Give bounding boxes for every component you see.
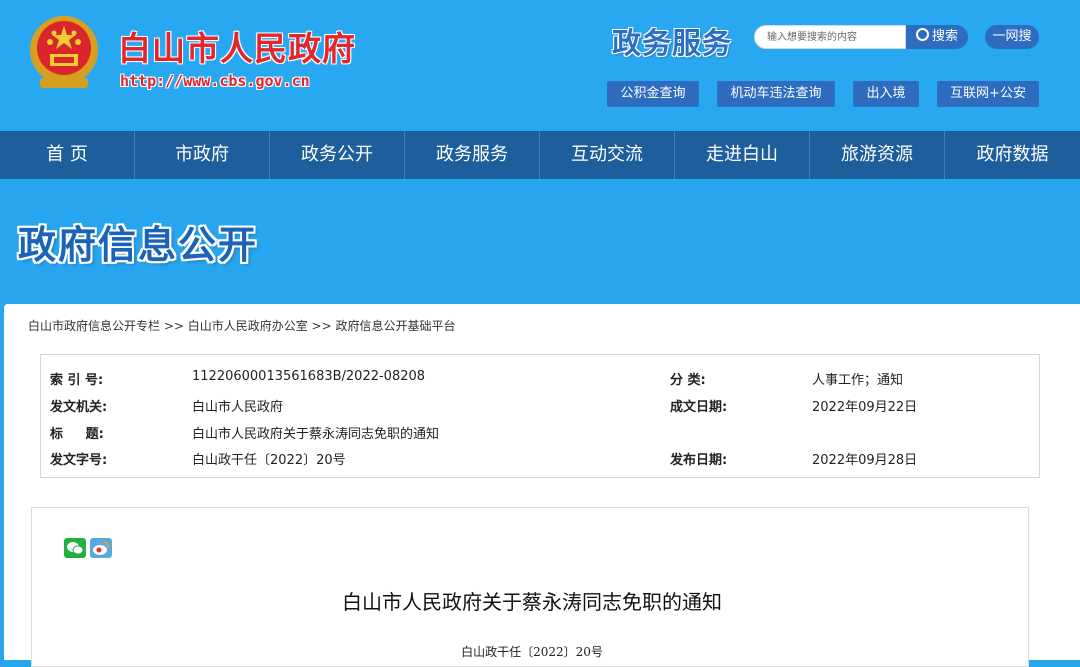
nav-item-services[interactable]: 政务服务: [405, 131, 540, 179]
nav-item-interaction[interactable]: 互动交流: [540, 131, 675, 179]
nav-item-affairs-open[interactable]: 政务公开: [270, 131, 405, 179]
article-title: 白山市人民政府关于蔡永涛同志免职的通知: [342, 590, 722, 614]
national-emblem-icon: [30, 16, 98, 88]
services-title[interactable]: 政务服务: [612, 20, 732, 62]
quick-link-vehicle[interactable]: 机动车违法查询: [717, 81, 835, 107]
quick-link-immigration[interactable]: 出入境: [853, 81, 919, 107]
banner-title: 政府信息公开: [18, 223, 259, 267]
site-url[interactable]: http://www.cbs.gov.cn: [120, 72, 310, 90]
docno-value: 白山政干任〔2022〕20号: [192, 453, 346, 468]
title-label: 标 题:: [50, 427, 104, 442]
wechat-share-icon[interactable]: [64, 538, 86, 558]
search-icon: [915, 28, 929, 41]
search-button-label: 搜索: [931, 29, 958, 44]
search-button[interactable]: 搜索: [906, 25, 968, 49]
wechat-icon: [67, 542, 84, 555]
weibo-share-icon[interactable]: [90, 538, 112, 558]
nav-item-about[interactable]: 走进白山: [675, 131, 810, 179]
nav-item-home[interactable]: 首 页: [0, 131, 135, 179]
date-label: 成文日期:: [670, 400, 728, 415]
index-value: 11220600013561683B/2022-08208: [192, 369, 426, 384]
yiwang-button[interactable]: 一网搜: [985, 25, 1039, 49]
info-row: 发文字号: 白山政干任〔2022〕20号 发布日期: 2022年09月28日: [41, 449, 1041, 475]
title-value: 白山市人民政府关于蔡永涛同志免职的通知: [192, 427, 440, 442]
nav-item-tourism[interactable]: 旅游资源: [810, 131, 945, 179]
publish-value: 2022年09月28日: [812, 453, 918, 468]
category-value: 人事工作；通知: [812, 373, 904, 388]
quick-link-fund[interactable]: 公积金查询: [607, 81, 699, 107]
main-nav: 首 页 市政府 政务公开 政务服务 互动交流 走进白山 旅游资源 政府数据: [0, 131, 1080, 179]
nav-item-government[interactable]: 市政府: [135, 131, 270, 179]
nav-item-data[interactable]: 政府数据: [945, 131, 1080, 179]
date-value: 2022年09月22日: [812, 400, 918, 415]
issuer-label: 发文机关:: [50, 400, 108, 415]
info-table: 索 引 号: 11220600013561683B/2022-08208 分 类…: [40, 354, 1040, 478]
index-label: 索 引 号:: [50, 373, 104, 388]
category-label: 分 类:: [670, 373, 706, 388]
info-row: 索 引 号: 11220600013561683B/2022-08208 分 类…: [41, 369, 1041, 395]
info-row: 标 题: 白山市人民政府关于蔡永涛同志免职的通知: [41, 423, 1041, 449]
issuer-value: 白山市人民政府: [192, 400, 284, 415]
search-input[interactable]: 输入想要搜索的内容: [754, 25, 906, 49]
breadcrumb[interactable]: 白山市政府信息公开专栏 >> 白山市人民政府办公室 >> 政府信息公开基础平台: [28, 317, 455, 334]
quick-link-police[interactable]: 互联网+公安: [937, 81, 1039, 107]
site-title[interactable]: 白山市人民政府: [118, 22, 356, 70]
publish-label: 发布日期:: [670, 453, 728, 468]
article-doc-number: 白山政干任〔2022〕20号: [461, 645, 603, 659]
weibo-icon: [93, 541, 109, 555]
info-row: 发文机关: 白山市人民政府 成文日期: 2022年09月22日: [41, 396, 1041, 422]
docno-label: 发文字号:: [50, 453, 108, 468]
